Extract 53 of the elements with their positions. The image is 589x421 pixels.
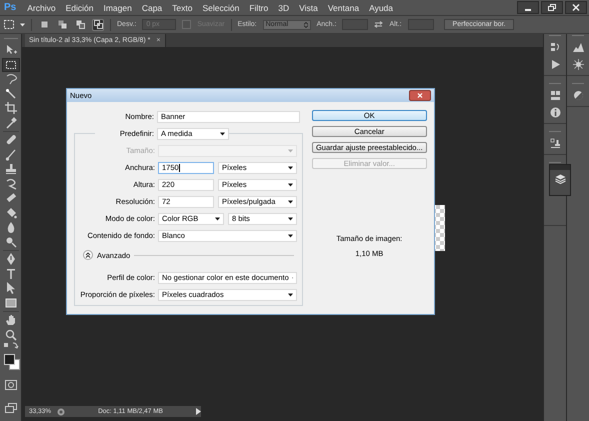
menu-item[interactable]: Capa bbox=[136, 2, 168, 12]
swap-icon[interactable] bbox=[374, 21, 384, 28]
close-button[interactable] bbox=[565, 1, 587, 14]
hand-icon bbox=[4, 313, 18, 328]
adjustment-circle-icon[interactable] bbox=[572, 90, 584, 101]
rectangle-icon bbox=[4, 296, 18, 310]
crop-icon bbox=[4, 101, 18, 116]
tool-button[interactable] bbox=[2, 58, 20, 72]
menu-item[interactable]: Texto bbox=[167, 2, 198, 12]
history-icon[interactable] bbox=[550, 42, 560, 53]
minimize-button[interactable] bbox=[517, 1, 539, 14]
close-icon bbox=[417, 93, 423, 98]
collapse-toggle[interactable] bbox=[83, 250, 93, 260]
menu-item[interactable]: Ventana bbox=[322, 2, 364, 12]
info-icon[interactable] bbox=[550, 107, 560, 118]
swap-colors-icon[interactable] bbox=[2, 342, 18, 349]
restore-button[interactable] bbox=[541, 1, 563, 14]
menu-item[interactable]: Edición bbox=[60, 2, 98, 12]
menu-item[interactable]: Vista bbox=[294, 2, 323, 12]
quick-mask-icon[interactable] bbox=[4, 380, 16, 390]
squares-icon bbox=[94, 20, 102, 29]
brush-icon bbox=[4, 148, 18, 162]
tool-presets-icon[interactable] bbox=[550, 138, 560, 149]
menu-item[interactable]: 3D bbox=[273, 2, 294, 12]
sun-icon[interactable] bbox=[572, 59, 584, 70]
close-icon bbox=[572, 4, 580, 11]
app-logo: Ps bbox=[3, 2, 18, 13]
swatches-icon[interactable] bbox=[550, 90, 560, 101]
chevron-up-icon bbox=[85, 252, 91, 258]
menu-item[interactable]: Ayuda bbox=[364, 2, 398, 12]
selection-mode-button[interactable] bbox=[74, 18, 86, 30]
menu-item[interactable]: Imagen bbox=[98, 2, 137, 12]
layers-icon[interactable] bbox=[554, 174, 566, 184]
zoom-icon bbox=[4, 328, 18, 342]
eyedropper-icon bbox=[4, 116, 18, 130]
screen-mode-icon[interactable] bbox=[4, 403, 16, 413]
updown-icon bbox=[304, 22, 308, 28]
globe-icon bbox=[57, 408, 66, 416]
menu-item[interactable]: Filtro bbox=[244, 2, 274, 12]
marquee-icon[interactable] bbox=[4, 20, 14, 29]
magic-wand-icon bbox=[4, 86, 18, 101]
selection-mode-button[interactable] bbox=[56, 18, 68, 30]
levels-icon[interactable] bbox=[572, 42, 584, 53]
color-swatches[interactable] bbox=[2, 353, 20, 373]
menu-item[interactable]: Selección bbox=[197, 2, 244, 12]
close-button[interactable] bbox=[409, 90, 431, 101]
play-icon[interactable] bbox=[550, 59, 560, 70]
restore-icon bbox=[548, 4, 556, 11]
play-icon[interactable] bbox=[196, 408, 201, 415]
menu-item[interactable]: Archivo bbox=[22, 2, 61, 12]
stamp-icon bbox=[4, 162, 18, 176]
dodge-icon bbox=[4, 234, 18, 249]
selection-mode-button[interactable] bbox=[92, 18, 104, 30]
